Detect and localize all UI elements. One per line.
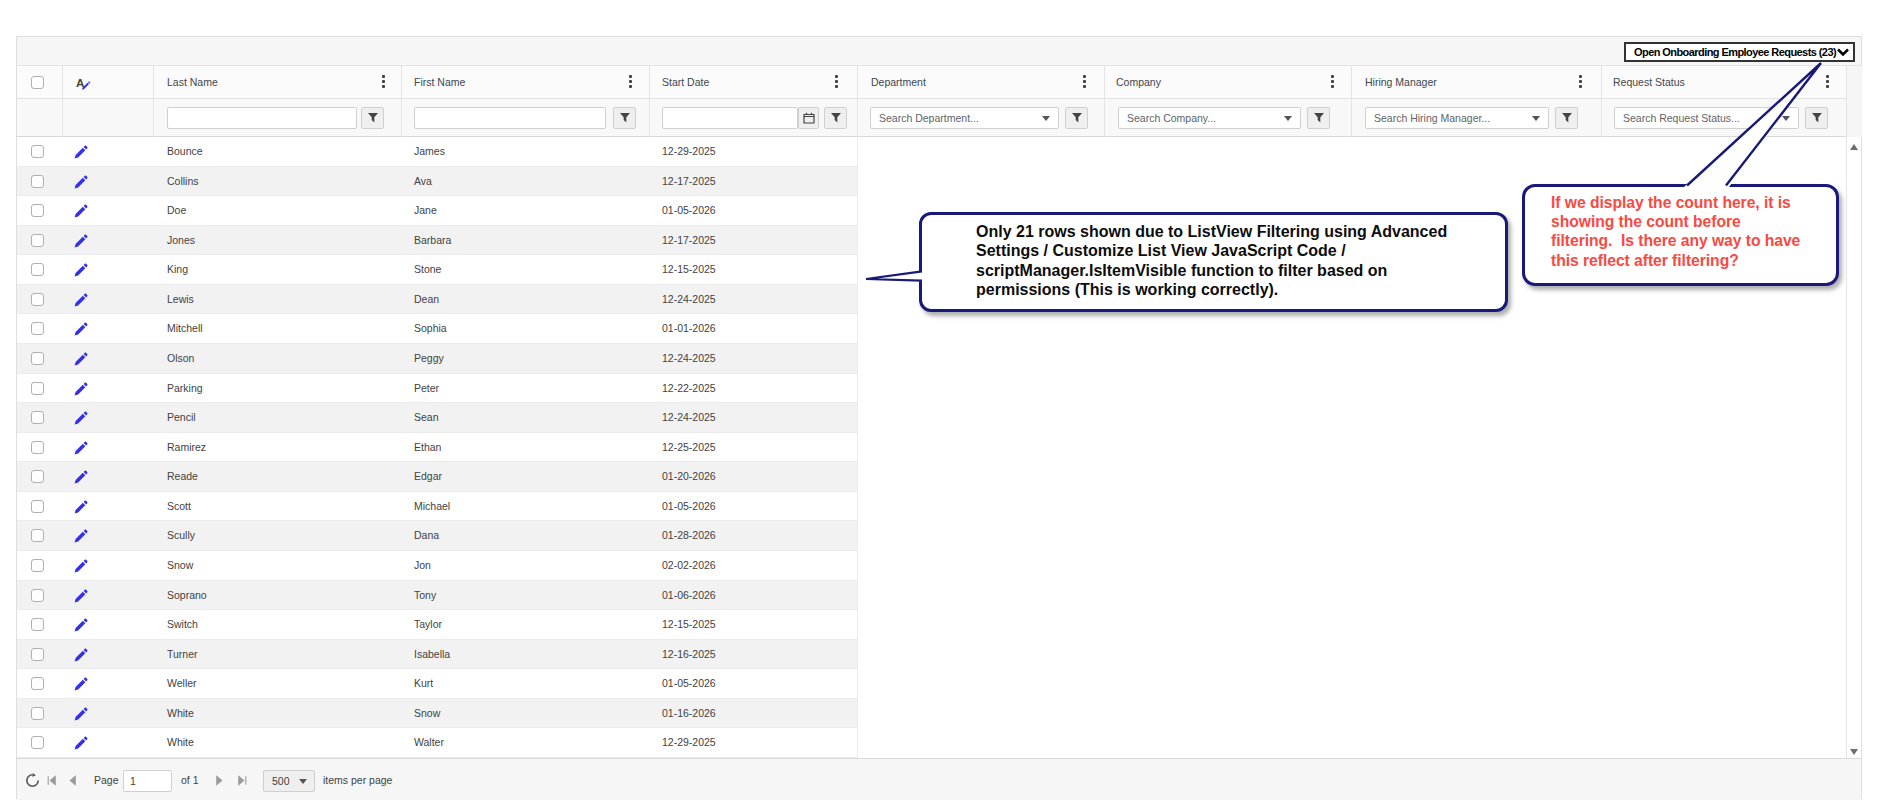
svg-text:A: A	[76, 77, 84, 89]
